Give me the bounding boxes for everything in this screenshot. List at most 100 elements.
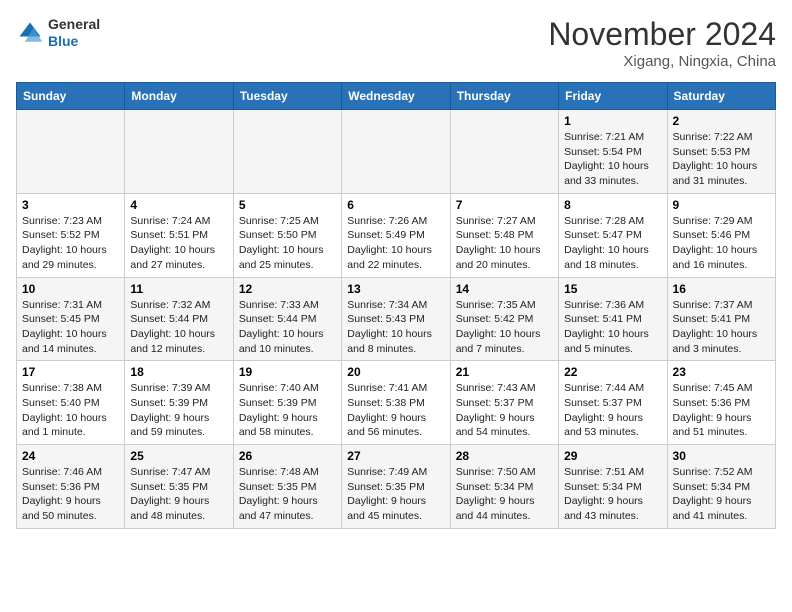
calendar-cell: 14 Sunrise: 7:35 AM Sunset: 5:42 PM Dayli… bbox=[450, 277, 558, 361]
calendar-cell bbox=[125, 110, 233, 194]
day-info: Sunrise: 7:33 AM Sunset: 5:44 PM Dayligh… bbox=[239, 298, 336, 357]
day-info: Sunrise: 7:21 AM Sunset: 5:54 PM Dayligh… bbox=[564, 130, 661, 189]
day-number: 6 bbox=[347, 198, 444, 212]
calendar-cell: 18 Sunrise: 7:39 AM Sunset: 5:39 PM Dayli… bbox=[125, 361, 233, 445]
day-number: 19 bbox=[239, 365, 336, 379]
day-number: 17 bbox=[22, 365, 119, 379]
day-info: Sunrise: 7:35 AM Sunset: 5:42 PM Dayligh… bbox=[456, 298, 553, 357]
calendar-cell bbox=[233, 110, 341, 194]
day-number: 12 bbox=[239, 282, 336, 296]
day-number: 7 bbox=[456, 198, 553, 212]
calendar-cell: 10 Sunrise: 7:31 AM Sunset: 5:45 PM Dayli… bbox=[17, 277, 125, 361]
day-info: Sunrise: 7:48 AM Sunset: 5:35 PM Dayligh… bbox=[239, 465, 336, 524]
calendar-cell: 11 Sunrise: 7:32 AM Sunset: 5:44 PM Dayli… bbox=[125, 277, 233, 361]
day-info: Sunrise: 7:51 AM Sunset: 5:34 PM Dayligh… bbox=[564, 465, 661, 524]
day-info: Sunrise: 7:49 AM Sunset: 5:35 PM Dayligh… bbox=[347, 465, 444, 524]
calendar-cell: 8Sunrise: 7:28 AM Sunset: 5:47 PM Daylig… bbox=[559, 193, 667, 277]
calendar-cell: 6 Sunrise: 7:26 AM Sunset: 5:49 PM Daylig… bbox=[342, 193, 450, 277]
day-number: 21 bbox=[456, 365, 553, 379]
calendar-cell: 29 Sunrise: 7:51 AM Sunset: 5:34 PM Dayli… bbox=[559, 445, 667, 529]
weekday-header-monday: Monday bbox=[125, 83, 233, 110]
day-info: Sunrise: 7:31 AM Sunset: 5:45 PM Dayligh… bbox=[22, 298, 119, 357]
calendar-cell: 24 Sunrise: 7:46 AM Sunset: 5:36 PM Dayli… bbox=[17, 445, 125, 529]
calendar-cell: 1 Sunrise: 7:21 AM Sunset: 5:54 PM Daylig… bbox=[559, 110, 667, 194]
calendar-cell: 13 Sunrise: 7:34 AM Sunset: 5:43 PM Dayli… bbox=[342, 277, 450, 361]
day-number: 29 bbox=[564, 449, 661, 463]
day-info: Sunrise: 7:44 AM Sunset: 5:37 PM Dayligh… bbox=[564, 381, 661, 440]
day-info: Sunrise: 7:22 AM Sunset: 5:53 PM Dayligh… bbox=[673, 130, 770, 189]
day-info: Sunrise: 7:38 AM Sunset: 5:40 PM Dayligh… bbox=[22, 381, 119, 440]
day-info: Sunrise: 7:36 AM Sunset: 5:41 PM Dayligh… bbox=[564, 298, 661, 357]
day-info: Sunrise: 7:32 AM Sunset: 5:44 PM Dayligh… bbox=[130, 298, 227, 357]
day-info: Sunrise: 7:29 AM Sunset: 5:46 PM Dayligh… bbox=[673, 214, 770, 273]
day-number: 14 bbox=[456, 282, 553, 296]
month-title: November 2024 bbox=[548, 16, 776, 53]
day-info: Sunrise: 7:34 AM Sunset: 5:43 PM Dayligh… bbox=[347, 298, 444, 357]
day-number: 16 bbox=[673, 282, 770, 296]
weekday-header-sunday: Sunday bbox=[17, 83, 125, 110]
day-info: Sunrise: 7:52 AM Sunset: 5:34 PM Dayligh… bbox=[673, 465, 770, 524]
day-info: Sunrise: 7:47 AM Sunset: 5:35 PM Dayligh… bbox=[130, 465, 227, 524]
calendar-cell: 19 Sunrise: 7:40 AM Sunset: 5:39 PM Dayli… bbox=[233, 361, 341, 445]
day-info: Sunrise: 7:50 AM Sunset: 5:34 PM Dayligh… bbox=[456, 465, 553, 524]
calendar-cell bbox=[342, 110, 450, 194]
calendar-table: SundayMondayTuesdayWednesdayThursdayFrid… bbox=[16, 82, 776, 529]
day-number: 11 bbox=[130, 282, 227, 296]
page-header: General Blue November 2024 Xigang, Ningx… bbox=[16, 16, 776, 70]
day-number: 9 bbox=[673, 198, 770, 212]
location: Xigang, Ningxia, China bbox=[548, 53, 776, 70]
calendar-cell: 15 Sunrise: 7:36 AM Sunset: 5:41 PM Dayli… bbox=[559, 277, 667, 361]
calendar-cell: 23Sunrise: 7:45 AM Sunset: 5:36 PM Dayli… bbox=[667, 361, 775, 445]
day-info: Sunrise: 7:27 AM Sunset: 5:48 PM Dayligh… bbox=[456, 214, 553, 273]
day-number: 4 bbox=[130, 198, 227, 212]
calendar-cell: 27Sunrise: 7:49 AM Sunset: 5:35 PM Dayli… bbox=[342, 445, 450, 529]
day-number: 10 bbox=[22, 282, 119, 296]
calendar-cell: 25 Sunrise: 7:47 AM Sunset: 5:35 PM Dayli… bbox=[125, 445, 233, 529]
weekday-header-friday: Friday bbox=[559, 83, 667, 110]
day-number: 26 bbox=[239, 449, 336, 463]
day-number: 3 bbox=[22, 198, 119, 212]
day-info: Sunrise: 7:25 AM Sunset: 5:50 PM Dayligh… bbox=[239, 214, 336, 273]
calendar-cell: 5 Sunrise: 7:25 AM Sunset: 5:50 PM Daylig… bbox=[233, 193, 341, 277]
calendar-cell: 9 Sunrise: 7:29 AM Sunset: 5:46 PM Daylig… bbox=[667, 193, 775, 277]
day-number: 22 bbox=[564, 365, 661, 379]
day-info: Sunrise: 7:46 AM Sunset: 5:36 PM Dayligh… bbox=[22, 465, 119, 524]
calendar-cell: 7 Sunrise: 7:27 AM Sunset: 5:48 PM Daylig… bbox=[450, 193, 558, 277]
calendar-cell: 22 Sunrise: 7:44 AM Sunset: 5:37 PM Dayli… bbox=[559, 361, 667, 445]
calendar-cell: 16 Sunrise: 7:37 AM Sunset: 5:41 PM Dayli… bbox=[667, 277, 775, 361]
day-info: Sunrise: 7:26 AM Sunset: 5:49 PM Dayligh… bbox=[347, 214, 444, 273]
day-number: 20 bbox=[347, 365, 444, 379]
weekday-header-saturday: Saturday bbox=[667, 83, 775, 110]
logo-icon bbox=[16, 19, 44, 47]
calendar-cell: 28Sunrise: 7:50 AM Sunset: 5:34 PM Dayli… bbox=[450, 445, 558, 529]
day-info: Sunrise: 7:28 AM Sunset: 5:47 PM Dayligh… bbox=[564, 214, 661, 273]
calendar-cell: 12 Sunrise: 7:33 AM Sunset: 5:44 PM Dayli… bbox=[233, 277, 341, 361]
day-info: Sunrise: 7:43 AM Sunset: 5:37 PM Dayligh… bbox=[456, 381, 553, 440]
day-info: Sunrise: 7:45 AM Sunset: 5:36 PM Dayligh… bbox=[673, 381, 770, 440]
day-info: Sunrise: 7:23 AM Sunset: 5:52 PM Dayligh… bbox=[22, 214, 119, 273]
day-info: Sunrise: 7:40 AM Sunset: 5:39 PM Dayligh… bbox=[239, 381, 336, 440]
calendar-cell: 21 Sunrise: 7:43 AM Sunset: 5:37 PM Dayli… bbox=[450, 361, 558, 445]
weekday-header-thursday: Thursday bbox=[450, 83, 558, 110]
day-number: 2 bbox=[673, 114, 770, 128]
day-number: 13 bbox=[347, 282, 444, 296]
calendar-cell bbox=[450, 110, 558, 194]
day-number: 1 bbox=[564, 114, 661, 128]
logo-text: General Blue bbox=[48, 16, 100, 50]
day-number: 25 bbox=[130, 449, 227, 463]
day-number: 18 bbox=[130, 365, 227, 379]
day-info: Sunrise: 7:39 AM Sunset: 5:39 PM Dayligh… bbox=[130, 381, 227, 440]
day-info: Sunrise: 7:24 AM Sunset: 5:51 PM Dayligh… bbox=[130, 214, 227, 273]
day-number: 24 bbox=[22, 449, 119, 463]
weekday-header-wednesday: Wednesday bbox=[342, 83, 450, 110]
day-number: 15 bbox=[564, 282, 661, 296]
calendar-cell: 17 Sunrise: 7:38 AM Sunset: 5:40 PM Dayli… bbox=[17, 361, 125, 445]
calendar-cell: 20 Sunrise: 7:41 AM Sunset: 5:38 PM Dayli… bbox=[342, 361, 450, 445]
day-number: 5 bbox=[239, 198, 336, 212]
day-info: Sunrise: 7:37 AM Sunset: 5:41 PM Dayligh… bbox=[673, 298, 770, 357]
day-info: Sunrise: 7:41 AM Sunset: 5:38 PM Dayligh… bbox=[347, 381, 444, 440]
calendar-cell: 26 Sunrise: 7:48 AM Sunset: 5:35 PM Dayli… bbox=[233, 445, 341, 529]
weekday-header-tuesday: Tuesday bbox=[233, 83, 341, 110]
title-block: November 2024 Xigang, Ningxia, China bbox=[548, 16, 776, 70]
calendar-cell: 4 Sunrise: 7:24 AM Sunset: 5:51 PM Daylig… bbox=[125, 193, 233, 277]
